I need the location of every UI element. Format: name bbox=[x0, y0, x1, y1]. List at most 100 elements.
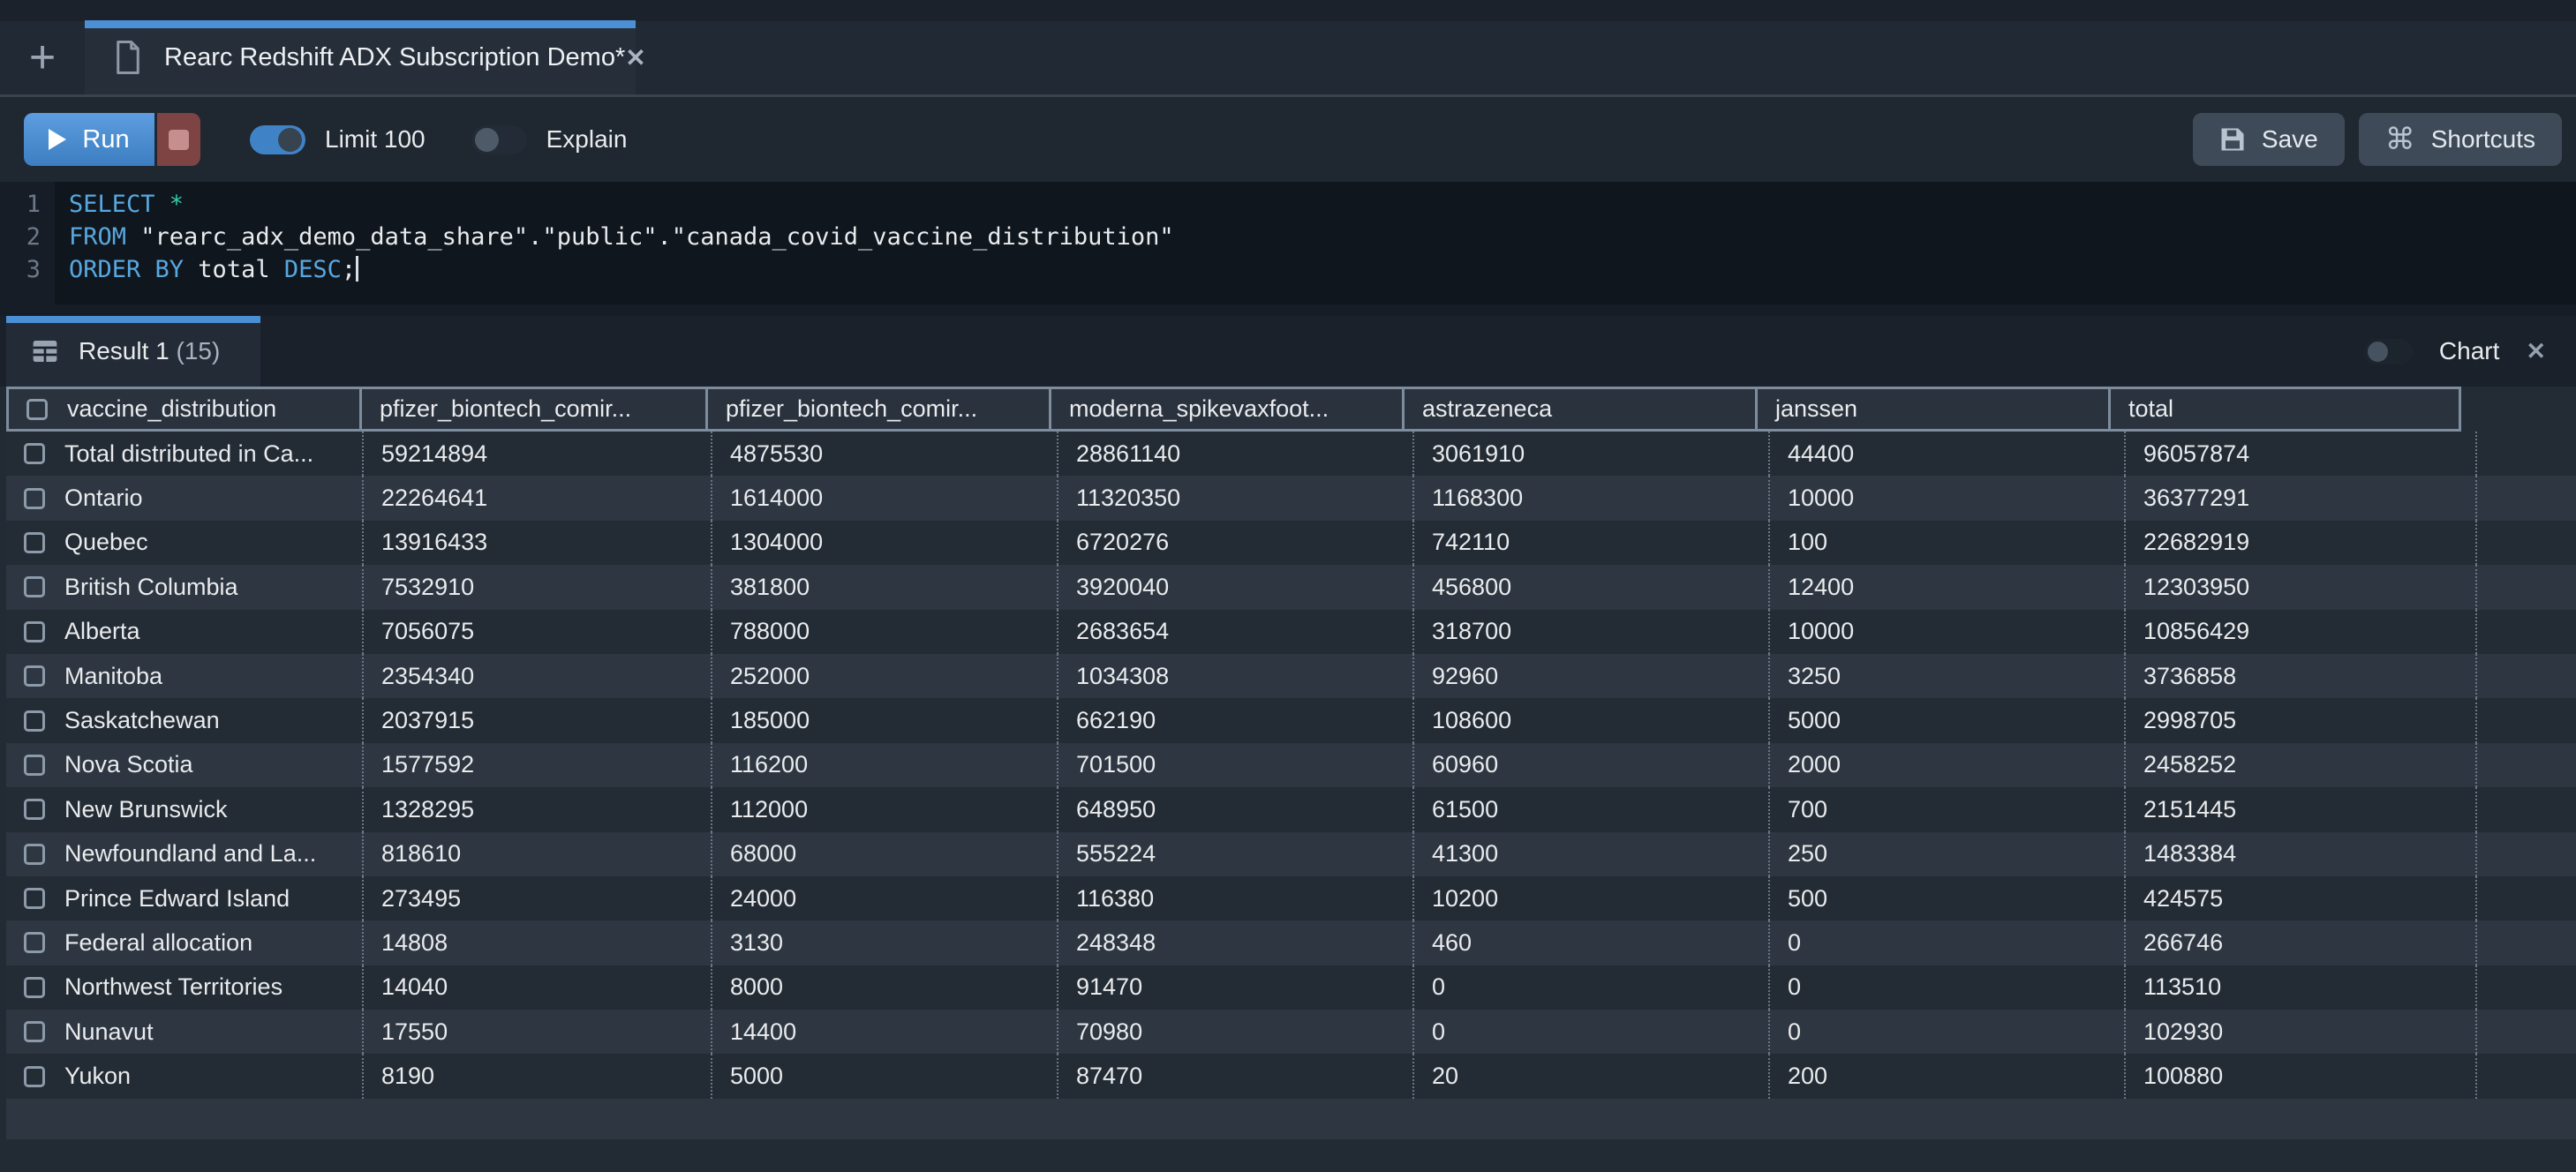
column-header-5[interactable]: janssen bbox=[1755, 387, 2111, 432]
table-cell: 6720276 bbox=[1057, 521, 1412, 565]
column-header-2[interactable]: pfizer_biontech_comir... bbox=[705, 387, 1051, 432]
row-checkbox[interactable] bbox=[24, 932, 45, 953]
cell-value: 0 bbox=[1432, 973, 1445, 1001]
cell-value: 14808 bbox=[381, 929, 448, 957]
table-body: Total distributed in Ca...59214894487553… bbox=[0, 432, 2576, 1099]
code-line: FROM "rearc_adx_demo_data_share"."public… bbox=[69, 221, 2576, 253]
table-cell: 24000 bbox=[711, 876, 1057, 920]
table-cell: 92960 bbox=[1412, 654, 1768, 698]
column-header-label: moderna_spikevaxfoot... bbox=[1069, 395, 1329, 423]
table-cell: 100880 bbox=[2124, 1054, 2477, 1098]
cell-value: 1328295 bbox=[381, 796, 474, 823]
row-checkbox[interactable] bbox=[24, 888, 45, 909]
row-checkbox[interactable] bbox=[24, 665, 45, 687]
cell-value: 5000 bbox=[1788, 707, 1841, 734]
row-filler bbox=[2477, 965, 2576, 1010]
cell-value: 8000 bbox=[730, 973, 783, 1001]
table-cell: Federal allocation bbox=[6, 920, 362, 965]
cell-value: 113510 bbox=[2143, 973, 2221, 1001]
table-cell: 3920040 bbox=[1057, 565, 1412, 609]
run-button[interactable]: Run bbox=[24, 113, 154, 166]
table-row: New Brunswick132829511200064895061500700… bbox=[6, 787, 2576, 831]
results-close-icon[interactable]: ✕ bbox=[2526, 338, 2546, 365]
row-filler bbox=[2477, 432, 2576, 476]
tab-close-icon[interactable]: ✕ bbox=[625, 43, 645, 72]
limit-toggle[interactable] bbox=[250, 125, 305, 154]
result-tab-active-indicator bbox=[6, 316, 260, 323]
table-cell: 22264641 bbox=[362, 476, 711, 520]
row-checkbox[interactable] bbox=[24, 576, 45, 597]
cell-value: 70980 bbox=[1076, 1018, 1142, 1046]
run-button-label: Run bbox=[82, 125, 129, 154]
cell-value: Saskatchewan bbox=[64, 707, 220, 734]
table-cell: 555224 bbox=[1057, 832, 1412, 876]
shortcuts-button[interactable]: ⌘ Shortcuts bbox=[2359, 113, 2562, 166]
cell-value: 4875530 bbox=[730, 440, 823, 468]
table-cell: 10856429 bbox=[2124, 610, 2477, 654]
table-row: British Columbia753291038180039200404568… bbox=[6, 565, 2576, 609]
table-cell: 3130 bbox=[711, 920, 1057, 965]
cell-value: 14040 bbox=[381, 973, 448, 1001]
row-checkbox[interactable] bbox=[24, 710, 45, 732]
code-token: "rearc_adx_demo_data_share"."public"."ca… bbox=[126, 223, 1174, 251]
panel-resize-handle[interactable] bbox=[0, 304, 2576, 316]
row-filler bbox=[2477, 654, 2576, 698]
limit-toggle-knob bbox=[278, 128, 302, 152]
row-checkbox[interactable] bbox=[24, 621, 45, 642]
cell-value: 1483384 bbox=[2143, 840, 2236, 868]
editor-tab-active[interactable]: Rearc Redshift ADX Subscription Demo* ✕ bbox=[85, 20, 636, 94]
row-checkbox[interactable] bbox=[24, 532, 45, 553]
row-checkbox[interactable] bbox=[24, 977, 45, 998]
cell-value: 7056075 bbox=[381, 618, 474, 645]
table-cell: 266746 bbox=[2124, 920, 2477, 965]
column-header-vaccine-distribution[interactable]: vaccine_distribution bbox=[6, 387, 362, 432]
table-row: Ontario222646411614000113203501168300100… bbox=[6, 476, 2576, 520]
cell-value: 116380 bbox=[1076, 885, 1154, 913]
cell-value: 41300 bbox=[1432, 840, 1498, 868]
table-cell: Northwest Territories bbox=[6, 965, 362, 1010]
stop-button[interactable] bbox=[154, 113, 200, 166]
cell-value: 701500 bbox=[1076, 751, 1156, 778]
table-cell: 1168300 bbox=[1412, 476, 1768, 520]
column-header-4[interactable]: astrazeneca bbox=[1402, 387, 1758, 432]
table-cell: 10200 bbox=[1412, 876, 1768, 920]
table-cell: 0 bbox=[1768, 965, 2124, 1010]
explain-toggle[interactable] bbox=[471, 125, 527, 154]
row-checkbox[interactable] bbox=[24, 1066, 45, 1087]
row-filler bbox=[2477, 832, 2576, 876]
sql-code-area[interactable]: SELECT *FROM "rearc_adx_demo_data_share"… bbox=[55, 182, 2576, 304]
cell-value: 36377291 bbox=[2143, 485, 2249, 512]
table-row: Manitoba23543402520001034308929603250373… bbox=[6, 654, 2576, 698]
new-tab-button[interactable]: + bbox=[0, 20, 85, 94]
table-cell: 1328295 bbox=[362, 787, 711, 831]
play-icon bbox=[49, 129, 66, 150]
cell-value: 648950 bbox=[1076, 796, 1156, 823]
column-header-6[interactable]: total bbox=[2108, 387, 2461, 432]
column-header-label: total bbox=[2128, 395, 2173, 423]
row-checkbox[interactable] bbox=[24, 488, 45, 509]
result-tab[interactable]: Result 1 (15) bbox=[6, 316, 260, 387]
line-number-gutter: 123 bbox=[0, 182, 55, 304]
cell-value: 92960 bbox=[1432, 663, 1498, 690]
save-button[interactable]: Save bbox=[2193, 113, 2345, 166]
cell-value: 555224 bbox=[1076, 840, 1156, 868]
table-row: Total distributed in Ca...59214894487553… bbox=[6, 432, 2576, 476]
column-header-label: pfizer_biontech_comir... bbox=[380, 395, 631, 423]
chart-toggle[interactable] bbox=[2364, 339, 2413, 364]
code-token: SELECT bbox=[69, 191, 155, 218]
row-checkbox[interactable] bbox=[24, 755, 45, 776]
row-checkbox[interactable] bbox=[24, 443, 45, 464]
row-checkbox[interactable] bbox=[24, 844, 45, 865]
results-controls: Chart ✕ bbox=[2364, 337, 2546, 365]
result-row-count: (15) bbox=[177, 337, 221, 364]
column-header-1[interactable]: pfizer_biontech_comir... bbox=[359, 387, 708, 432]
row-checkbox[interactable] bbox=[24, 1021, 45, 1042]
select-all-checkbox[interactable] bbox=[26, 399, 48, 420]
table-cell: 28861140 bbox=[1057, 432, 1412, 476]
cell-value: 318700 bbox=[1432, 618, 1511, 645]
row-checkbox[interactable] bbox=[24, 799, 45, 820]
column-header-3[interactable]: moderna_spikevaxfoot... bbox=[1049, 387, 1405, 432]
cell-value: 10200 bbox=[1432, 885, 1498, 913]
table-cell: 59214894 bbox=[362, 432, 711, 476]
code-token: ; bbox=[342, 256, 356, 283]
